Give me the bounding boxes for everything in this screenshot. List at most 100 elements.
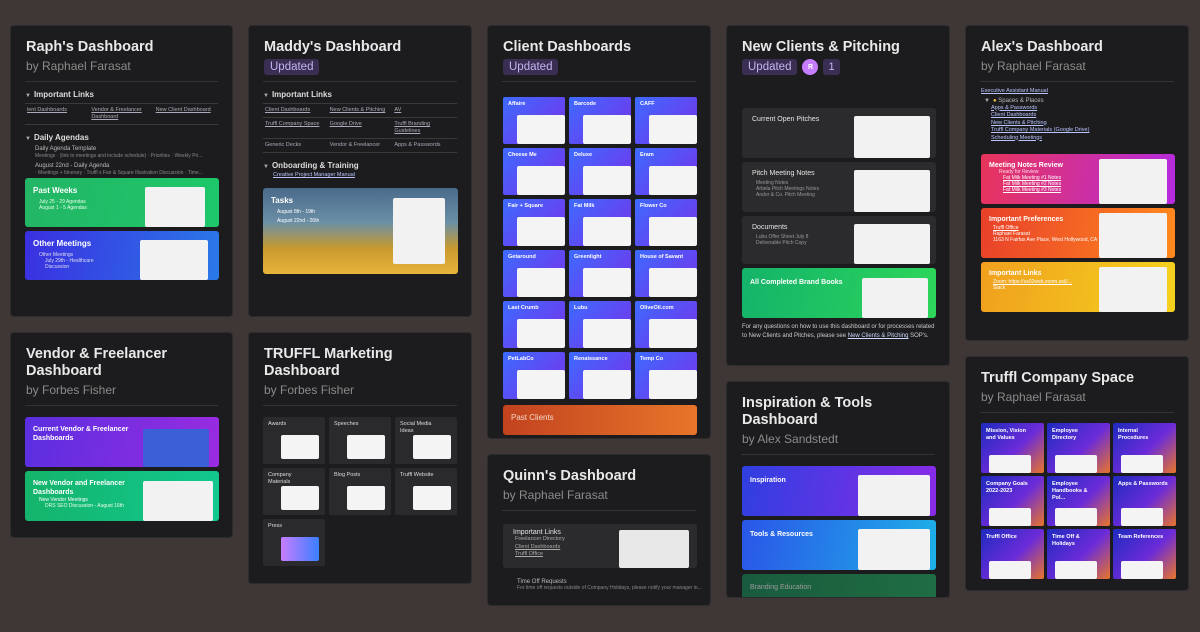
quinn-dashboard-card[interactable]: Quinn's Dashboard by Raphael Farasat Imp… bbox=[487, 454, 711, 606]
tile-company-materials[interactable]: Company Materials bbox=[263, 468, 325, 515]
inspiration-card[interactable]: Inspiration & Tools Dashboard by Alex Sa… bbox=[726, 381, 950, 598]
client-tile-flower-co[interactable]: Flower Co bbox=[635, 199, 697, 246]
client-tile-barcode[interactable]: Barcode bbox=[569, 97, 631, 144]
client-tile-temp-co[interactable]: Temp Co bbox=[635, 352, 697, 399]
sop-link[interactable]: New Clients & Pitching bbox=[848, 333, 909, 339]
important-links-banner[interactable]: Important Links Zoom: https://us02web.zo… bbox=[981, 262, 1175, 312]
tile-speeches[interactable]: Speeches bbox=[329, 417, 391, 464]
tile-truffl-office[interactable]: Truffl Office bbox=[981, 529, 1044, 579]
client-tile-last-crumb[interactable]: Last Crumb bbox=[503, 301, 565, 348]
client-tile-renaissance[interactable]: Renaissance bbox=[569, 352, 631, 399]
client-tile-deluxe[interactable]: Deluxe bbox=[569, 148, 631, 195]
link-cell[interactable]: Truffl Company Space bbox=[263, 118, 328, 138]
tile-time-off[interactable]: Time Off & Holidays bbox=[1047, 529, 1110, 579]
other-meetings-banner[interactable]: Other Meetings Other Meetings July 29th … bbox=[25, 231, 219, 280]
page-preview bbox=[143, 481, 213, 521]
link-cell[interactable]: Google Drive bbox=[328, 118, 393, 138]
past-weeks-banner[interactable]: Past Weeks July 25 - 29 Agendas August 1… bbox=[25, 178, 219, 227]
branding-banner[interactable]: Branding Education bbox=[742, 574, 936, 597]
manual-link[interactable]: Creative Project Manager Manual bbox=[263, 172, 457, 180]
company-space-card[interactable]: Truffl Company Space by Raphael Farasat … bbox=[965, 356, 1189, 591]
tile-blog-posts[interactable]: Blog Posts bbox=[329, 468, 391, 515]
tile-team-references[interactable]: Team References bbox=[1113, 529, 1176, 579]
link-cell[interactable]: New Client Dashboard bbox=[154, 104, 218, 124]
tile-truffl-website[interactable]: Truffl Website bbox=[395, 468, 457, 515]
tile-internal-procedures[interactable]: Internal Procedures bbox=[1113, 423, 1176, 473]
client-tile-eram[interactable]: Eram bbox=[635, 148, 697, 195]
links-row: Truffl Company Space Google Drive Truffl B… bbox=[263, 118, 457, 139]
page-preview bbox=[858, 529, 930, 570]
card-title: Raph's Dashboard bbox=[26, 39, 154, 55]
tile-press[interactable]: Press bbox=[263, 519, 325, 566]
new-clients-card[interactable]: New Clients & Pitching Updated R 1 Curre… bbox=[726, 25, 950, 366]
client-dashboards-card[interactable]: Client Dashboards Updated Affaire Barcod… bbox=[487, 25, 711, 439]
avatar[interactable]: R bbox=[802, 59, 819, 75]
card-title: Maddy's Dashboard bbox=[264, 39, 402, 55]
link-cell[interactable]: Vendor & Freelancer Dashboard bbox=[89, 104, 153, 124]
important-links-block[interactable]: Important Links Freelancer Directory Cli… bbox=[503, 524, 697, 568]
banner-item[interactable]: July 29th - Healthcare Discussion bbox=[25, 258, 115, 270]
links-table: lent Dashboards Vendor & Freelancer Dash… bbox=[25, 103, 218, 125]
client-tile-fair-square[interactable]: Fair + Square bbox=[503, 199, 565, 246]
brand-books-banner[interactable]: All Completed Brand Books bbox=[742, 268, 936, 318]
meeting-notes-banner[interactable]: Meeting Notes Review Ready for Review Fa… bbox=[981, 154, 1175, 204]
open-pitches-block[interactable]: Current Open Pitches bbox=[742, 108, 936, 158]
page-preview bbox=[854, 224, 930, 264]
spaces-heading[interactable]: ▼ ● Spaces & Places bbox=[981, 97, 1173, 105]
client-tile-lubu[interactable]: Lubu bbox=[569, 301, 631, 348]
vendor-dashboard-card[interactable]: Vendor & Freelancer Dashboard by Forbes … bbox=[10, 332, 233, 538]
client-tile-petlabco[interactable]: PetLabCo bbox=[503, 352, 565, 399]
link[interactable]: New Clients & Pitching bbox=[981, 120, 1173, 128]
client-tile-caff[interactable]: CAFF bbox=[635, 97, 697, 144]
client-tile-getaround[interactable]: Getaround bbox=[503, 250, 565, 297]
link-cell[interactable]: Truffl Branding Guidelines bbox=[392, 118, 457, 138]
link[interactable]: Apps & Passwords bbox=[981, 105, 1173, 113]
link-cell[interactable]: Client Dashboards bbox=[263, 104, 328, 117]
link-cell[interactable]: AV bbox=[392, 104, 457, 117]
card-title: Quinn's Dashboard bbox=[503, 468, 637, 484]
link-cell[interactable]: Apps & Passwords bbox=[392, 139, 457, 152]
important-links-heading[interactable]: ▼ Important Links bbox=[263, 90, 457, 99]
link[interactable]: Truffl Company Materials (Google Drive) bbox=[981, 127, 1173, 135]
link-cell[interactable]: New Clients & Pitching bbox=[328, 104, 393, 117]
card-title: Vendor & Freelancer Dashboard bbox=[26, 346, 168, 379]
list-item[interactable]: Daily Agenda Template bbox=[25, 145, 218, 153]
link[interactable]: Client Dashboards bbox=[981, 112, 1173, 120]
link-cell[interactable]: lent Dashboards bbox=[25, 104, 89, 124]
new-vendor-banner[interactable]: New Vendor and Freelancer Dashboards New… bbox=[25, 471, 219, 521]
link-cell[interactable]: Vendor & Freelancer bbox=[328, 139, 393, 152]
marketing-dashboard-card[interactable]: TRUFFL Marketing Dashboard by Forbes Fis… bbox=[248, 332, 472, 584]
tools-banner[interactable]: Tools & Resources bbox=[742, 520, 936, 570]
important-preferences-banner[interactable]: Important Preferences Truffl Office Raph… bbox=[981, 208, 1175, 258]
tile-awards[interactable]: Awards bbox=[263, 417, 325, 464]
documents-block[interactable]: Documents Lubu Offer Sheet July 8 Delive… bbox=[742, 216, 936, 264]
tasks-banner[interactable]: Tasks August 8th - 19th August 22nd - 26… bbox=[263, 188, 458, 274]
client-tile-oliveoil[interactable]: OliveOil.com bbox=[635, 301, 697, 348]
client-tile-house-of-savant[interactable]: House of Savant bbox=[635, 250, 697, 297]
tile-employee-directory[interactable]: Employee Directory bbox=[1047, 423, 1110, 473]
page-preview bbox=[862, 278, 928, 318]
tile-company-goals[interactable]: Company Goals 2022-2023 bbox=[981, 476, 1044, 526]
client-tile-fat-milk[interactable]: Fat Milk bbox=[569, 199, 631, 246]
alex-dashboard-card[interactable]: Alex's Dashboard by Raphael Farasat Exec… bbox=[965, 25, 1189, 341]
manual-link[interactable]: Executive Assistant Manual bbox=[981, 88, 1173, 96]
daily-agendas-heading[interactable]: ▼ Daily Agendas bbox=[25, 133, 218, 142]
tile-social-media[interactable]: Social Media Ideas bbox=[395, 417, 457, 464]
tile-mission[interactable]: Mission, Vision and Values bbox=[981, 423, 1044, 473]
current-vendor-banner[interactable]: Current Vendor & Freelancer Dashboards bbox=[25, 417, 219, 467]
inspiration-banner[interactable]: Inspiration bbox=[742, 466, 936, 516]
client-tile-affaire[interactable]: Affaire bbox=[503, 97, 565, 144]
pitch-notes-block[interactable]: Pitch Meeting Notes Meeting Notes Arbela… bbox=[742, 162, 936, 212]
tile-apps-passwords[interactable]: Apps & Passwords bbox=[1113, 476, 1176, 526]
link[interactable]: Scheduling Meetings bbox=[981, 135, 1173, 143]
important-links-heading[interactable]: ▼ Important Links bbox=[25, 90, 218, 99]
list-item[interactable]: August 22nd - Daily Agenda bbox=[25, 162, 218, 170]
client-tile-cheese-me[interactable]: Cheese Me bbox=[503, 148, 565, 195]
onboarding-heading[interactable]: ▼ Onboarding & Training bbox=[263, 161, 457, 170]
maddy-dashboard-card[interactable]: Maddy's Dashboard Updated ▼ Important Lin… bbox=[248, 25, 472, 317]
past-clients-banner[interactable]: Past Clients bbox=[503, 405, 697, 435]
tile-employee-handbooks[interactable]: Employee Handbooks & Pol... bbox=[1047, 476, 1110, 526]
client-tile-greenlight[interactable]: Greenlight bbox=[569, 250, 631, 297]
raph-dashboard-card[interactable]: Raph's Dashboard by Raphael Farasat ▼ Imp… bbox=[10, 25, 233, 317]
link-cell[interactable]: Generic Decks bbox=[263, 139, 328, 152]
